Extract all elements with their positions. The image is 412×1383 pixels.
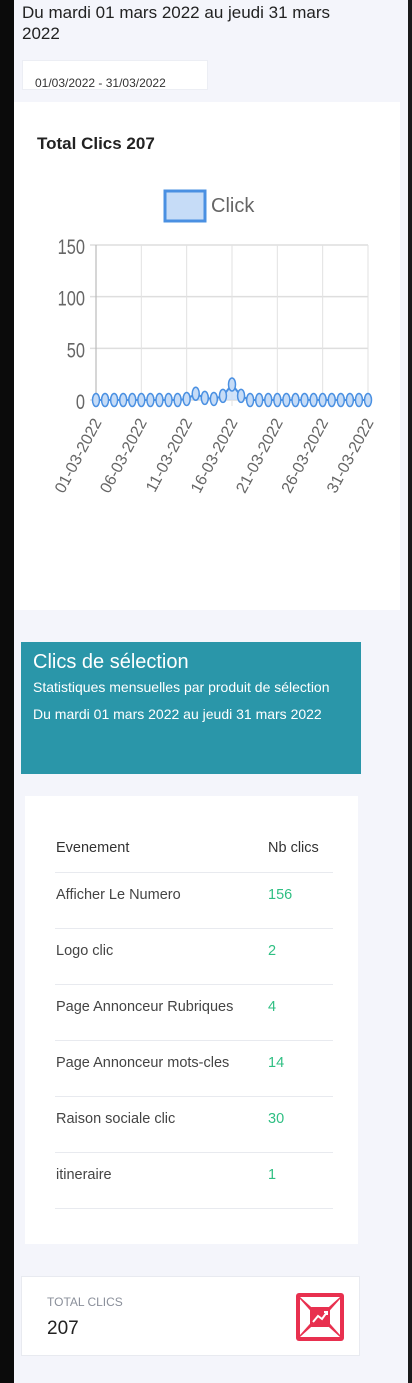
data-point[interactable] (218, 388, 228, 404)
left-edge-strip (0, 0, 14, 1383)
data-point[interactable] (209, 391, 219, 407)
y-axis-ticks: 150 100 50 0 (58, 235, 85, 413)
data-point[interactable] (282, 392, 291, 408)
row-count: 2 (268, 943, 277, 959)
data-point[interactable] (354, 392, 364, 408)
clicks-chart-card: Total Clics 207 Click 150 100 50 0 01-03-20… (14, 102, 400, 610)
data-point[interactable] (236, 388, 246, 404)
data-point[interactable] (191, 386, 200, 402)
data-point[interactable] (254, 392, 264, 408)
row-count: 14 (268, 1055, 285, 1071)
right-edge-strip (408, 0, 412, 1383)
y-tick-label: 50 (67, 338, 85, 361)
row-count: 4 (268, 999, 277, 1015)
row-event: Page Annonceur mots-cles (56, 1055, 230, 1071)
total-clicks-card: TOTAL CLICS 207 (21, 1276, 360, 1356)
x-tick-label: 01-03-2022 (52, 416, 105, 496)
selection-subtitle: Statistiques mensuelles par produit de s… (33, 679, 330, 722)
x-tick-label: 21-03-2022 (233, 416, 286, 496)
x-axis-ticks: 01-03-202206-03-202211-03-202216-03-2022… (52, 416, 377, 496)
data-point[interactable] (91, 392, 101, 408)
y-tick-label: 100 (58, 287, 85, 310)
date-range-picker[interactable]: 01/03/2022 - 31/03/2022 (22, 60, 208, 90)
total-label: TOTAL CLICS (47, 1295, 123, 1309)
period-heading: Du mardi 01 mars 2022 au jeudi 31 mars 2… (22, 3, 331, 43)
table-row: Afficher Le Numero 156 (55, 873, 333, 929)
chart-growth-icon (296, 1293, 344, 1341)
legend-label: Click (211, 195, 255, 217)
data-point[interactable] (100, 392, 110, 408)
table-row: Raison sociale clic 30 (55, 1097, 333, 1153)
data-point[interactable] (363, 392, 373, 408)
data-point[interactable] (273, 392, 282, 408)
row-count: 1 (268, 1167, 277, 1183)
data-point[interactable] (318, 392, 327, 408)
data-point[interactable] (227, 377, 237, 392)
row-count: 30 (268, 1111, 285, 1127)
y-tick-label: 150 (58, 235, 85, 258)
chart-legend[interactable]: Click (163, 189, 255, 223)
data-point[interactable] (291, 392, 300, 408)
data-point[interactable] (146, 392, 155, 408)
data-point[interactable] (309, 392, 318, 408)
row-event: itineraire (56, 1167, 112, 1183)
data-point[interactable] (300, 392, 309, 408)
table-row: Logo clic 2 (55, 929, 333, 985)
selection-title: Clics de sélection (33, 651, 189, 673)
row-event: Raison sociale clic (56, 1111, 176, 1127)
data-point[interactable] (336, 392, 346, 408)
clicks-table-card: Evenement Nb clics Afficher Le Numero 15… (25, 796, 358, 1244)
data-point[interactable] (327, 392, 336, 408)
x-tick-label: 31-03-2022 (324, 416, 377, 496)
header-event: Evenement (56, 840, 130, 856)
clicks-table: Evenement Nb clics Afficher Le Numero 15… (55, 826, 333, 1209)
data-point[interactable] (155, 392, 164, 408)
x-tick-label: 26-03-2022 (279, 416, 332, 496)
data-point[interactable] (118, 392, 128, 408)
legend-swatch (163, 189, 207, 223)
row-event: Afficher Le Numero (56, 887, 181, 903)
row-event: Page Annonceur Rubriques (56, 999, 234, 1015)
data-point[interactable] (109, 392, 119, 408)
selection-banner: Clics de sélection Statistiques mensuell… (21, 642, 361, 774)
data-point[interactable] (200, 390, 210, 406)
x-tick-label: 11-03-2022 (143, 416, 196, 495)
data-point[interactable] (345, 392, 355, 408)
x-tick-label: 16-03-2022 (188, 416, 241, 496)
data-point[interactable] (137, 392, 146, 408)
data-point[interactable] (173, 392, 182, 408)
data-point[interactable] (128, 392, 137, 408)
data-point[interactable] (264, 392, 273, 408)
data-point[interactable] (182, 391, 191, 407)
total-value: 207 (47, 1318, 79, 1339)
table-row: Page Annonceur Rubriques 4 (55, 985, 333, 1041)
table-header-row: Evenement Nb clics (55, 826, 333, 873)
table-row: itineraire 1 (55, 1153, 333, 1209)
row-count: 156 (268, 887, 293, 903)
data-point[interactable] (245, 392, 255, 408)
x-tick-label: 06-03-2022 (97, 416, 150, 496)
data-point[interactable] (164, 392, 173, 408)
header-count: Nb clics (268, 840, 319, 856)
row-event: Logo clic (56, 943, 114, 959)
table-row: Page Annonceur mots-cles 14 (55, 1041, 333, 1097)
y-tick-label: 0 (76, 390, 85, 413)
clicks-line-chart: Click 150 100 50 0 01-03-202206-03-202211-0… (52, 189, 378, 496)
